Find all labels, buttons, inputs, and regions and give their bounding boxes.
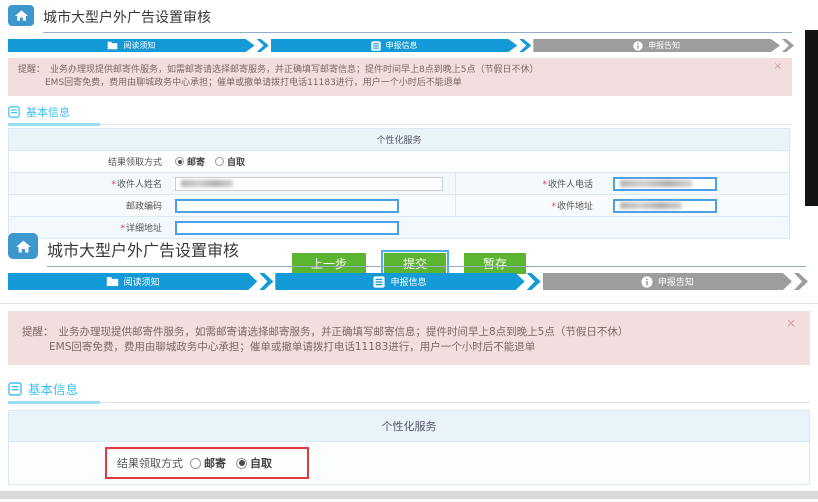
step-declare-notice[interactable]: 申报告知 [543, 273, 792, 290]
info-icon [641, 276, 653, 288]
step-label: 阅读须知 [123, 40, 155, 51]
title-underline-wrap: 城市大型户外广告设置审核 [43, 5, 792, 33]
recipient-phone-input[interactable] [613, 177, 717, 191]
alert-line-1: 业务办理现提供邮寄件服务，如需邮寄请选择邮寄服务，并正确填写邮寄信息；提件时间早… [50, 64, 538, 77]
radio-annotation-box: 结果领取方式 邮寄 自取 [105, 447, 309, 479]
horizontal-divider [0, 303, 818, 304]
redacted-value [181, 180, 233, 187]
step-declare-notice[interactable]: 申报告知 [533, 39, 780, 52]
step-chevron-icon [527, 273, 541, 290]
home-icon[interactable] [8, 233, 38, 259]
page-title: 城市大型户外广告设置审核 [43, 10, 211, 26]
home-icon[interactable] [8, 5, 34, 26]
result-method-options: 邮寄 自取 [190, 455, 279, 471]
result-method-row: 结果领取方式 邮寄 自取 [9, 151, 789, 172]
result-method-label: 结果领取方式 [117, 455, 183, 471]
step-chevron-icon [257, 39, 269, 52]
step-label: 申报信息 [386, 40, 418, 51]
form-icon [371, 41, 381, 51]
table-header: 个性化服务 [9, 411, 809, 442]
page-header: 城市大型户外广告设置审核 [0, 228, 818, 267]
alert-line-1: 业务办理现提供邮寄件服务，如需邮寄请选择邮寄服务，并正确填写邮寄信息；提件时间早… [59, 325, 629, 340]
step-label: 申报告知 [648, 40, 680, 51]
redacted-value [620, 202, 682, 209]
postal-code-label: 邮政编码 [9, 195, 169, 216]
step-chevron-icon [794, 273, 808, 290]
alert-banner: × 提醒： 业务办理现提供邮寄件服务，如需邮寄请选择邮寄服务，并正确填写邮寄信息… [8, 58, 792, 96]
table-header: 个性化服务 [9, 129, 789, 151]
alert-close-icon[interactable]: × [786, 318, 796, 328]
page-canvas: 城市大型户外广告设置审核 阅读须知 申报信息 申报告知 × 提醒： [0, 0, 818, 502]
recipient-name-input[interactable] [175, 177, 443, 191]
step-label: 申报信息 [390, 275, 426, 288]
title-underline-wrap: 城市大型户外广告设置审核 [47, 233, 806, 267]
screenshot-1: 城市大型户外广告设置审核 阅读须知 申报信息 申报告知 × 提醒： [0, 0, 818, 226]
bottom-scrollbar[interactable] [0, 491, 818, 499]
page-header: 城市大型户外广告设置审核 [0, 0, 818, 33]
list-icon [8, 106, 20, 118]
personalized-service-table: 个性化服务 结果领取方式 邮寄 自取 [8, 410, 810, 485]
folder-icon [106, 276, 119, 287]
recipient-name-label: *收件人姓名 [9, 173, 169, 194]
table-row: *收件人姓名 *收件人电话 [9, 172, 789, 194]
radio-mail[interactable] [175, 157, 184, 166]
radio-mail[interactable] [190, 458, 201, 469]
step-chevron-icon [782, 39, 794, 52]
form-icon [373, 276, 385, 288]
info-icon [633, 41, 643, 51]
alert-line-2: EMS回寄免费，费用由聊城政务中心承担；催单或撤单请拨打电话11183进行，用户… [18, 77, 762, 90]
step-declare-info[interactable]: 申报信息 [271, 39, 518, 52]
alert-line-2: EMS回寄免费，费用由聊城政务中心承担；催单或撤单请拨打电话11183进行，用户… [22, 340, 776, 355]
result-method-label: 结果领取方式 [9, 151, 169, 172]
radio-mail-label: 邮寄 [187, 155, 205, 168]
radio-pickup[interactable] [236, 458, 247, 469]
alert-banner: × 提醒： 业务办理现提供邮寄件服务，如需邮寄请选择邮寄服务，并正确填写邮寄信息… [8, 311, 810, 365]
radio-pickup-label: 自取 [250, 455, 272, 471]
step-declare-info[interactable]: 申报信息 [275, 273, 524, 290]
radio-pickup-label: 自取 [227, 155, 245, 168]
radio-pickup[interactable] [215, 157, 224, 166]
section-header: 基本信息 [8, 379, 810, 403]
alert-prefix: 提醒： [22, 325, 54, 340]
section-header: 基本信息 [8, 104, 792, 125]
section-title: 基本信息 [26, 104, 70, 120]
step-read-notice[interactable]: 阅读须知 [8, 39, 255, 52]
step-label: 阅读须知 [124, 275, 160, 288]
radio-mail-label: 邮寄 [204, 455, 226, 471]
recipient-address-label: *收件地址 [455, 195, 607, 216]
table-row: 邮政编码 *收件地址 [9, 194, 789, 216]
alert-prefix: 提醒： [18, 64, 45, 77]
step-bar: 阅读须知 申报信息 申报告知 [8, 273, 810, 290]
page-title: 城市大型户外广告设置审核 [47, 241, 239, 260]
redacted-value [620, 180, 692, 187]
result-method-row: 结果领取方式 邮寄 自取 [9, 442, 809, 484]
step-chevron-icon [519, 39, 531, 52]
step-read-notice[interactable]: 阅读须知 [8, 273, 257, 290]
recipient-phone-label: *收件人电话 [455, 173, 607, 194]
result-method-options: 邮寄 自取 [169, 153, 258, 170]
recipient-address-input[interactable] [613, 199, 717, 213]
black-edge-strip [805, 30, 818, 206]
screenshot-2: 城市大型户外广告设置审核 阅读须知 申报信息 申报告知 × [0, 228, 818, 494]
personalized-service-table: 个性化服务 结果领取方式 邮寄 自取 *收件人姓名 [8, 128, 790, 239]
step-chevron-icon [259, 273, 273, 290]
step-bar: 阅读须知 申报信息 申报告知 [8, 39, 796, 52]
alert-close-icon[interactable]: × [774, 62, 782, 72]
section-title: 基本信息 [28, 379, 78, 398]
step-label: 申报告知 [658, 275, 694, 288]
postal-code-input[interactable] [175, 199, 399, 213]
folder-icon [107, 41, 118, 50]
list-icon [8, 382, 22, 396]
